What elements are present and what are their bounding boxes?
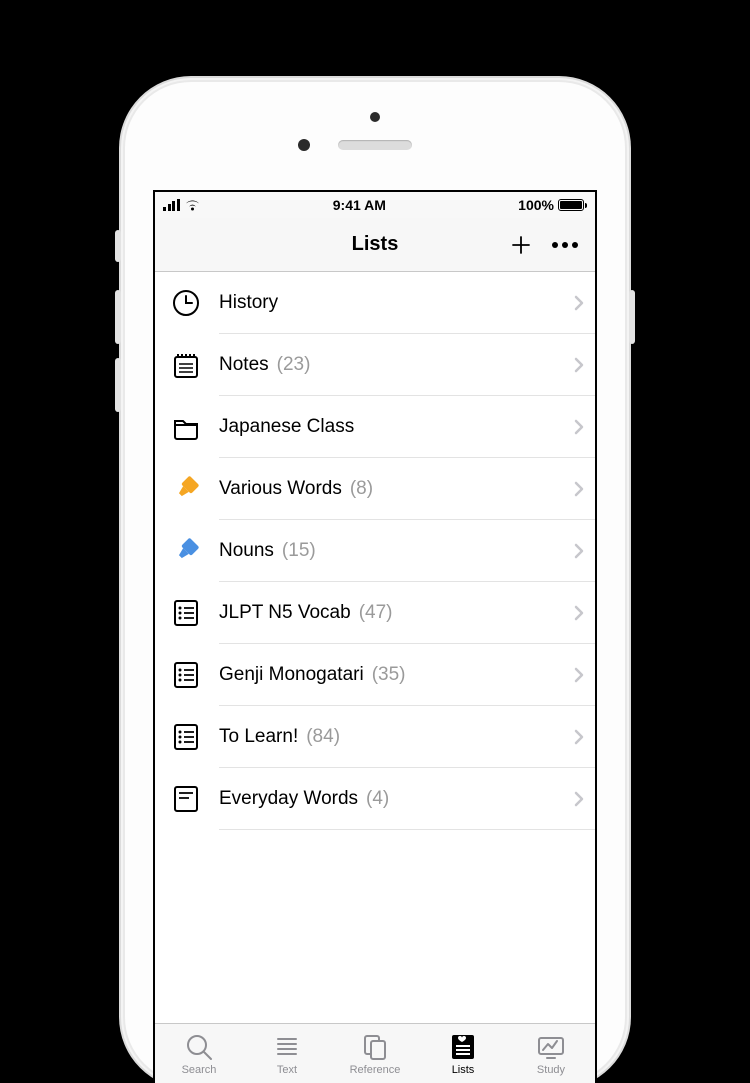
tab-bar: Search Text Reference Lists Study bbox=[155, 1023, 595, 1083]
front-camera bbox=[370, 112, 380, 122]
textlist-icon bbox=[169, 782, 203, 816]
chevron-right-icon bbox=[573, 604, 585, 622]
list-row[interactable]: Everyday Words (4) bbox=[155, 768, 595, 830]
page-title: Lists bbox=[155, 233, 595, 256]
list-row[interactable]: Genji Monogatari (35) bbox=[155, 644, 595, 706]
list-row[interactable]: To Learn! (84) bbox=[155, 706, 595, 768]
tab-reference[interactable]: Reference bbox=[331, 1024, 419, 1083]
screen: 9:41 AM 100% Lists HistoryNotes(23)Japan bbox=[153, 190, 597, 1083]
list-row-body: JLPT N5 Vocab (47) bbox=[219, 582, 595, 644]
battery-icon bbox=[558, 199, 587, 211]
tab-label: Text bbox=[277, 1064, 297, 1076]
chevron-right-icon bbox=[573, 356, 585, 374]
tab-lists[interactable]: Lists bbox=[419, 1024, 507, 1083]
status-bar: 9:41 AM 100% bbox=[155, 192, 595, 218]
list-row-label: Genji Monogatari bbox=[219, 664, 364, 686]
list-row-count: (4) bbox=[366, 788, 389, 810]
list-row-body: Notes (23) bbox=[219, 334, 595, 396]
study-icon bbox=[536, 1032, 566, 1062]
phone-frame: 9:41 AM 100% Lists HistoryNotes(23)Japan bbox=[125, 82, 625, 1083]
reference-icon bbox=[360, 1032, 390, 1062]
navigation-bar: Lists bbox=[155, 218, 595, 272]
status-time: 9:41 AM bbox=[333, 197, 386, 213]
tab-label: Lists bbox=[452, 1064, 475, 1076]
list-row-body: To Learn! (84) bbox=[219, 706, 595, 768]
list-row-label: Japanese Class bbox=[219, 416, 354, 438]
checklist-icon bbox=[169, 596, 203, 630]
list-row-body: History bbox=[219, 272, 595, 334]
list-row[interactable]: Japanese Class bbox=[155, 396, 595, 458]
highlighter-orange-icon bbox=[169, 472, 203, 506]
clock-icon bbox=[169, 286, 203, 320]
volume-up-btn bbox=[115, 290, 121, 344]
chevron-right-icon bbox=[573, 728, 585, 746]
list-row-body: Japanese Class bbox=[219, 396, 595, 458]
notes-icon bbox=[169, 348, 203, 382]
list-row-count: (84) bbox=[306, 726, 340, 748]
text-icon bbox=[272, 1032, 302, 1062]
lists-table: History Notes (23) Japanese Class Various Wo… bbox=[155, 272, 595, 1023]
list-row-body: Everyday Words (4) bbox=[219, 768, 595, 830]
chevron-right-icon bbox=[573, 480, 585, 498]
earpiece-speaker bbox=[338, 140, 412, 150]
chevron-right-icon bbox=[573, 666, 585, 684]
checklist-icon bbox=[169, 658, 203, 692]
cellular-signal-icon bbox=[163, 199, 180, 211]
list-row-label: Nouns bbox=[219, 540, 274, 562]
list-row-label: To Learn! bbox=[219, 726, 298, 748]
tab-label: Study bbox=[537, 1064, 565, 1076]
mute-switch bbox=[115, 230, 121, 262]
list-row-label: Notes bbox=[219, 354, 269, 376]
list-row-label: Everyday Words bbox=[219, 788, 358, 810]
tab-text[interactable]: Text bbox=[243, 1024, 331, 1083]
power-button bbox=[629, 290, 635, 344]
list-row-body: Genji Monogatari (35) bbox=[219, 644, 595, 706]
list-row-label: Various Words bbox=[219, 478, 342, 500]
list-row-count: (35) bbox=[372, 664, 406, 686]
chevron-right-icon bbox=[573, 790, 585, 808]
list-row-count: (23) bbox=[277, 354, 311, 376]
list-row-body: Nouns (15) bbox=[219, 520, 595, 582]
chevron-right-icon bbox=[573, 542, 585, 560]
highlighter-blue-icon bbox=[169, 534, 203, 568]
list-row-count: (47) bbox=[359, 602, 393, 624]
tab-label: Reference bbox=[350, 1064, 401, 1076]
checklist-icon bbox=[169, 720, 203, 754]
list-row[interactable]: Various Words (8) bbox=[155, 458, 595, 520]
list-row-count: (15) bbox=[282, 540, 316, 562]
tab-search[interactable]: Search bbox=[155, 1024, 243, 1083]
chevron-right-icon bbox=[573, 418, 585, 436]
list-row-label: History bbox=[219, 292, 278, 314]
list-row[interactable]: History bbox=[155, 272, 595, 334]
volume-down-btn bbox=[115, 358, 121, 412]
list-row[interactable]: Nouns (15) bbox=[155, 520, 595, 582]
list-row[interactable]: JLPT N5 Vocab (47) bbox=[155, 582, 595, 644]
list-row-body: Various Words (8) bbox=[219, 458, 595, 520]
battery-percent: 100% bbox=[518, 197, 554, 213]
list-row-count: (8) bbox=[350, 478, 373, 500]
chevron-right-icon bbox=[573, 294, 585, 312]
wifi-icon bbox=[184, 199, 201, 212]
search-icon bbox=[184, 1032, 214, 1062]
tab-study[interactable]: Study bbox=[507, 1024, 595, 1083]
lists-icon bbox=[448, 1032, 478, 1062]
list-row[interactable]: Notes (23) bbox=[155, 334, 595, 396]
list-row-label: JLPT N5 Vocab bbox=[219, 602, 351, 624]
folder-icon bbox=[169, 410, 203, 444]
proximity-sensor bbox=[298, 139, 310, 151]
tab-label: Search bbox=[182, 1064, 217, 1076]
